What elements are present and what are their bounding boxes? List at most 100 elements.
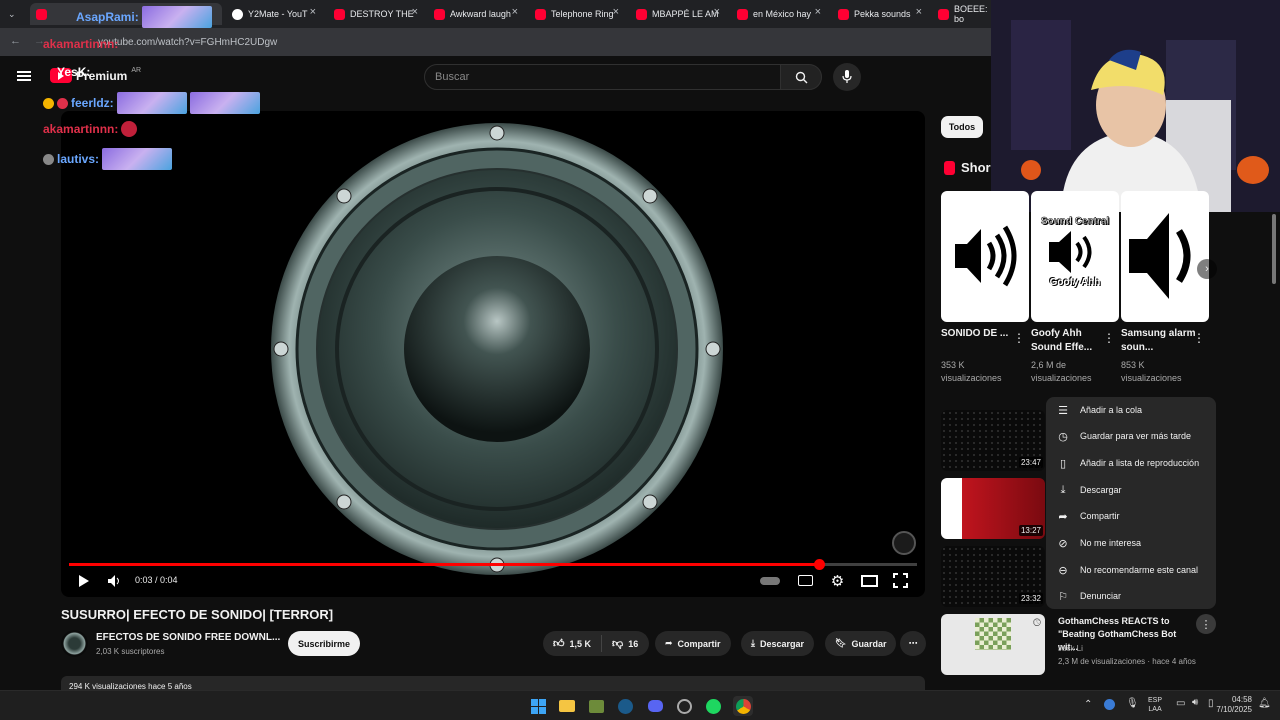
download-button[interactable]: ⤓ Descargar	[741, 631, 815, 656]
video-channel-sidebar[interactable]: Jack Li	[1058, 644, 1083, 653]
speaker-icon	[955, 225, 1017, 287]
theater-mode-button[interactable]	[860, 574, 878, 587]
close-tab-icon[interactable]: ×	[512, 6, 518, 18]
menu-item-add-to-playlist[interactable]: ▯ Añadir a lista de reproducción	[1046, 450, 1216, 476]
mute-button[interactable]	[106, 574, 122, 588]
short-card[interactable]	[941, 191, 1029, 322]
tab-telephone[interactable]: Telephone Ring ×	[535, 3, 627, 25]
channel-name[interactable]: EFECTOS DE SONIDO FREE DOWNL...	[96, 632, 280, 643]
tray-app-icon[interactable]	[1104, 699, 1115, 710]
app-button[interactable]	[674, 696, 694, 716]
close-tab-icon[interactable]: ×	[916, 6, 922, 18]
search-button[interactable]	[780, 64, 822, 90]
steam-button[interactable]	[615, 696, 635, 716]
clock[interactable]: 04:58 7/10/2025	[1212, 695, 1252, 715]
app-button[interactable]	[586, 696, 606, 716]
video-thumbnail[interactable]: 23:32	[941, 546, 1045, 607]
tab-awkward[interactable]: Awkward laugh ×	[434, 3, 526, 25]
close-tab-icon[interactable]: ×	[613, 6, 619, 18]
volume-icon	[107, 575, 119, 587]
video-thumbnail[interactable]: 23:47	[941, 410, 1045, 471]
menu-item-add-to-queue[interactable]: ☰ Añadir a la cola	[1046, 397, 1216, 423]
autoplay-toggle[interactable]	[759, 575, 781, 587]
tab-destroy[interactable]: DESTROY THE ×	[334, 3, 426, 25]
microphone-tray-icon[interactable]: 🎙︎	[1126, 698, 1139, 709]
short-more-icon[interactable]: ⋮	[1103, 331, 1115, 345]
chrome-button[interactable]	[733, 696, 753, 716]
chip-all[interactable]: Todos	[941, 116, 983, 138]
menu-item-share[interactable]: ➦ Compartir	[1046, 503, 1216, 529]
menu-item-dont-recommend[interactable]: ⊖ No recomendarme este canal	[1046, 557, 1216, 583]
short-more-icon[interactable]: ⋮	[1193, 331, 1205, 345]
tab-mexico[interactable]: en México hay ×	[737, 3, 829, 25]
chat-username: feerldz:	[71, 96, 114, 110]
bookmark-icon: ▯	[1059, 457, 1067, 470]
network-icon[interactable]: ▭	[1176, 698, 1185, 709]
language-indicator[interactable]: ESP LAA	[1148, 696, 1162, 714]
short-title[interactable]: Goofy Ahh Sound Effe...	[1031, 327, 1111, 355]
youtube-favicon-icon	[737, 8, 748, 20]
notification-icon[interactable]: 🔔︎	[1258, 698, 1271, 709]
back-icon[interactable]: ←	[10, 35, 21, 47]
subscribe-button[interactable]: Suscribirme	[288, 631, 360, 656]
close-tab-icon[interactable]: ×	[714, 6, 720, 18]
scrollbar-thumb[interactable]	[1272, 214, 1276, 284]
voice-search-button[interactable]	[833, 63, 861, 91]
tab-list-button[interactable]: ⌄	[8, 3, 22, 25]
share-button[interactable]: ➦ Compartir	[655, 631, 731, 656]
menu-item-not-interested[interactable]: ⊘ No me interesa	[1046, 530, 1216, 556]
sidebar-scrollbar[interactable]	[1270, 214, 1278, 686]
menu-item-download[interactable]: ⤓ Descargar	[1046, 477, 1216, 503]
progress-fill	[69, 563, 820, 566]
fullscreen-button[interactable]	[892, 572, 909, 589]
video-thumbnail[interactable]: 13:27	[941, 478, 1045, 539]
chevron-up-icon[interactable]: ⌃	[1084, 699, 1092, 710]
play-button[interactable]	[76, 572, 92, 590]
short-title[interactable]: SONIDO DE ...	[941, 327, 1021, 341]
menu-item-report[interactable]: ⚐ Denunciar	[1046, 583, 1216, 609]
chevron-right-icon: ›	[1205, 263, 1209, 275]
speaker-tray-icon[interactable]: 🔊︎	[1192, 697, 1198, 708]
channel-avatar[interactable]	[61, 630, 88, 657]
short-views: 2,6 M de visualizaciones	[1031, 360, 1092, 383]
short-title[interactable]: Samsung alarm soun...	[1121, 327, 1201, 355]
discord-button[interactable]	[645, 696, 665, 716]
short-more-icon[interactable]: ⋮	[1013, 331, 1025, 345]
menu-item-label: Denunciar	[1080, 591, 1122, 601]
tab-pekka[interactable]: Pekka sounds ×	[838, 3, 930, 25]
video-progress-bar[interactable]	[69, 559, 917, 570]
video-thumbnail[interactable]: 🕓︎	[941, 614, 1045, 675]
tab-mbappe[interactable]: MBAPPÉ LE AM ×	[636, 3, 728, 25]
short-views: 353 K visualizaciones	[941, 360, 1002, 383]
app-icon	[676, 698, 692, 714]
search-input[interactable]: Buscar	[424, 64, 781, 90]
menu-item-watch-later[interactable]: ◷ Guardar para ver más tarde	[1046, 423, 1216, 449]
spotify-button[interactable]	[703, 696, 723, 716]
chat-message: YesK:	[57, 65, 90, 79]
video-player[interactable]	[61, 111, 925, 597]
more-icon: ⋯	[908, 638, 918, 648]
save-button[interactable]: 🔖︎ Guardar	[825, 631, 897, 656]
subtitles-button[interactable]	[797, 574, 813, 587]
like-count: 1,5 K	[569, 638, 592, 649]
speaker-icon	[1049, 231, 1092, 273]
thumbs-up-icon: 👍︎	[553, 638, 565, 650]
like-button[interactable]: 👍︎ 1,5 K	[543, 635, 603, 652]
settings-button[interactable]: ⚙	[829, 572, 846, 590]
close-tab-icon[interactable]: ×	[815, 6, 821, 18]
tab-boeee[interactable]: BOEEE: bo	[938, 3, 994, 25]
short-card[interactable]: Sound Central Goofy Ahh	[1031, 191, 1119, 322]
start-button[interactable]	[528, 696, 548, 716]
dislike-button[interactable]: 👎︎ 16	[602, 637, 648, 650]
more-actions-button[interactable]: ⋯	[900, 631, 926, 656]
short-card[interactable]	[1121, 191, 1209, 322]
close-tab-icon[interactable]: ×	[310, 6, 316, 18]
video-duration: 13:27	[1018, 525, 1043, 536]
video-more-button[interactable]: ⋮	[1196, 614, 1216, 634]
block-icon: ⊘	[1058, 537, 1068, 550]
menu-icon[interactable]	[17, 71, 31, 81]
file-explorer-button[interactable]	[557, 696, 577, 716]
video-title: SUSURRO| EFECTO DE SONIDO| [TERROR]	[61, 607, 334, 622]
shorts-next-button[interactable]: ›	[1197, 259, 1217, 279]
close-tab-icon[interactable]: ×	[412, 6, 418, 18]
